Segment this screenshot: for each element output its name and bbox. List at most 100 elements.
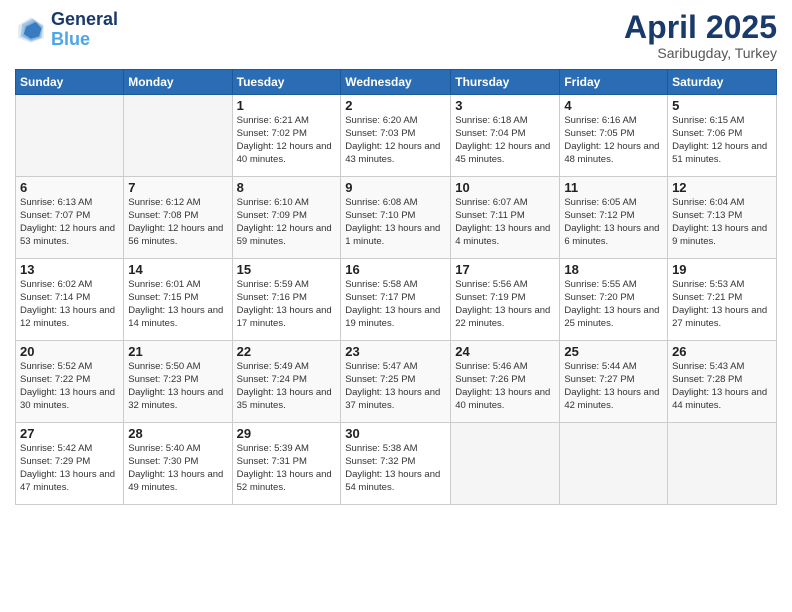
day-number: 5	[672, 98, 772, 113]
calendar-day-header: Wednesday	[341, 70, 451, 95]
calendar-week-row: 20Sunrise: 5:52 AM Sunset: 7:22 PM Dayli…	[16, 341, 777, 423]
logo-line1: General	[51, 10, 118, 30]
calendar-cell: 13 Sunrise: 6:02 AM Sunset: 7:14 PM Dayli…	[16, 259, 124, 341]
calendar-cell	[124, 95, 232, 177]
day-info: Sunrise: 6:01 AM Sunset: 7:15 PM Dayligh…	[128, 279, 227, 330]
calendar-cell: 15 Sunrise: 5:59 AM Sunset: 7:16 PM Dayli…	[232, 259, 341, 341]
calendar-week-row: 27 Sunrise: 5:42 AM Sunset: 7:29 PM Dayli…	[16, 423, 777, 505]
calendar-cell: 18 Sunrise: 5:55 AM Sunset: 7:20 PM Dayli…	[560, 259, 668, 341]
logo-icon	[15, 14, 47, 46]
calendar-cell: 14Sunrise: 6:01 AM Sunset: 7:15 PM Dayli…	[124, 259, 232, 341]
day-number: 1	[237, 98, 337, 113]
calendar-cell: 17 Sunrise: 5:56 AM Sunset: 7:19 PM Dayli…	[451, 259, 560, 341]
calendar-cell	[451, 423, 560, 505]
calendar-cell	[668, 423, 777, 505]
day-info: Sunrise: 6:05 AM Sunset: 7:12 PM Dayligh…	[564, 197, 663, 248]
day-info: Sunrise: 5:50 AM Sunset: 7:23 PM Dayligh…	[128, 361, 227, 412]
day-info: Sunrise: 5:59 AM Sunset: 7:16 PM Dayligh…	[237, 279, 337, 330]
day-info: Sunrise: 5:43 AM Sunset: 7:28 PM Dayligh…	[672, 361, 772, 412]
calendar-cell: 29Sunrise: 5:39 AM Sunset: 7:31 PM Dayli…	[232, 423, 341, 505]
day-info: Sunrise: 5:55 AM Sunset: 7:20 PM Dayligh…	[564, 279, 663, 330]
day-number: 29	[237, 426, 337, 441]
logo-line2: Blue	[51, 29, 90, 49]
calendar-header-row: SundayMondayTuesdayWednesdayThursdayFrid…	[16, 70, 777, 95]
calendar-cell: 3 Sunrise: 6:18 AM Sunset: 7:04 PM Daylig…	[451, 95, 560, 177]
day-info: Sunrise: 6:08 AM Sunset: 7:10 PM Dayligh…	[345, 197, 446, 248]
day-info: Sunrise: 6:02 AM Sunset: 7:14 PM Dayligh…	[20, 279, 119, 330]
day-number: 21	[128, 344, 227, 359]
day-number: 10	[455, 180, 555, 195]
day-number: 24	[455, 344, 555, 359]
day-info: Sunrise: 6:21 AM Sunset: 7:02 PM Dayligh…	[237, 115, 337, 166]
calendar-cell: 30 Sunrise: 5:38 AM Sunset: 7:32 PM Dayli…	[341, 423, 451, 505]
day-number: 3	[455, 98, 555, 113]
day-info: Sunrise: 6:04 AM Sunset: 7:13 PM Dayligh…	[672, 197, 772, 248]
day-number: 17	[455, 262, 555, 277]
calendar-day-header: Monday	[124, 70, 232, 95]
calendar-day-header: Friday	[560, 70, 668, 95]
calendar-cell: 28Sunrise: 5:40 AM Sunset: 7:30 PM Dayli…	[124, 423, 232, 505]
calendar-cell: 8Sunrise: 6:10 AM Sunset: 7:09 PM Daylig…	[232, 177, 341, 259]
day-info: Sunrise: 6:10 AM Sunset: 7:09 PM Dayligh…	[237, 197, 337, 248]
day-number: 25	[564, 344, 663, 359]
calendar-week-row: 6Sunrise: 6:13 AM Sunset: 7:07 PM Daylig…	[16, 177, 777, 259]
day-info: Sunrise: 6:15 AM Sunset: 7:06 PM Dayligh…	[672, 115, 772, 166]
day-number: 2	[345, 98, 446, 113]
day-number: 27	[20, 426, 119, 441]
day-info: Sunrise: 5:44 AM Sunset: 7:27 PM Dayligh…	[564, 361, 663, 412]
calendar-cell: 23 Sunrise: 5:47 AM Sunset: 7:25 PM Dayli…	[341, 341, 451, 423]
day-info: Sunrise: 5:47 AM Sunset: 7:25 PM Dayligh…	[345, 361, 446, 412]
day-info: Sunrise: 5:53 AM Sunset: 7:21 PM Dayligh…	[672, 279, 772, 330]
day-info: Sunrise: 5:42 AM Sunset: 7:29 PM Dayligh…	[20, 443, 119, 494]
day-info: Sunrise: 5:38 AM Sunset: 7:32 PM Dayligh…	[345, 443, 446, 494]
calendar-cell: 22Sunrise: 5:49 AM Sunset: 7:24 PM Dayli…	[232, 341, 341, 423]
day-number: 12	[672, 180, 772, 195]
calendar-table: SundayMondayTuesdayWednesdayThursdayFrid…	[15, 69, 777, 505]
calendar-cell: 4 Sunrise: 6:16 AM Sunset: 7:05 PM Daylig…	[560, 95, 668, 177]
calendar-day-header: Saturday	[668, 70, 777, 95]
calendar-cell: 1 Sunrise: 6:21 AM Sunset: 7:02 PM Daylig…	[232, 95, 341, 177]
calendar-cell: 27 Sunrise: 5:42 AM Sunset: 7:29 PM Dayli…	[16, 423, 124, 505]
month-title: April 2025	[624, 10, 777, 45]
day-number: 9	[345, 180, 446, 195]
day-number: 23	[345, 344, 446, 359]
calendar-cell: 2 Sunrise: 6:20 AM Sunset: 7:03 PM Daylig…	[341, 95, 451, 177]
day-info: Sunrise: 5:56 AM Sunset: 7:19 PM Dayligh…	[455, 279, 555, 330]
day-number: 11	[564, 180, 663, 195]
day-info: Sunrise: 6:18 AM Sunset: 7:04 PM Dayligh…	[455, 115, 555, 166]
day-info: Sunrise: 6:16 AM Sunset: 7:05 PM Dayligh…	[564, 115, 663, 166]
day-info: Sunrise: 6:13 AM Sunset: 7:07 PM Dayligh…	[20, 197, 119, 248]
calendar-cell: 10Sunrise: 6:07 AM Sunset: 7:11 PM Dayli…	[451, 177, 560, 259]
day-number: 26	[672, 344, 772, 359]
calendar-cell: 19 Sunrise: 5:53 AM Sunset: 7:21 PM Dayli…	[668, 259, 777, 341]
logo: General Blue	[15, 10, 118, 50]
calendar-cell	[16, 95, 124, 177]
day-info: Sunrise: 5:46 AM Sunset: 7:26 PM Dayligh…	[455, 361, 555, 412]
title-block: April 2025 Saribugday, Turkey	[624, 10, 777, 61]
day-number: 13	[20, 262, 119, 277]
calendar-cell: 5 Sunrise: 6:15 AM Sunset: 7:06 PM Daylig…	[668, 95, 777, 177]
calendar-cell: 24 Sunrise: 5:46 AM Sunset: 7:26 PM Dayli…	[451, 341, 560, 423]
calendar-day-header: Sunday	[16, 70, 124, 95]
calendar-cell: 21 Sunrise: 5:50 AM Sunset: 7:23 PM Dayli…	[124, 341, 232, 423]
logo-text: General Blue	[51, 10, 118, 50]
day-info: Sunrise: 6:12 AM Sunset: 7:08 PM Dayligh…	[128, 197, 227, 248]
calendar-cell: 6Sunrise: 6:13 AM Sunset: 7:07 PM Daylig…	[16, 177, 124, 259]
day-info: Sunrise: 5:40 AM Sunset: 7:30 PM Dayligh…	[128, 443, 227, 494]
day-info: Sunrise: 6:20 AM Sunset: 7:03 PM Dayligh…	[345, 115, 446, 166]
calendar-day-header: Thursday	[451, 70, 560, 95]
day-number: 18	[564, 262, 663, 277]
calendar-week-row: 1 Sunrise: 6:21 AM Sunset: 7:02 PM Daylig…	[16, 95, 777, 177]
page: General Blue April 2025 Saribugday, Turk…	[0, 0, 792, 612]
day-number: 15	[237, 262, 337, 277]
calendar-cell: 25 Sunrise: 5:44 AM Sunset: 7:27 PM Dayli…	[560, 341, 668, 423]
header: General Blue April 2025 Saribugday, Turk…	[15, 10, 777, 61]
calendar-cell: 20Sunrise: 5:52 AM Sunset: 7:22 PM Dayli…	[16, 341, 124, 423]
calendar-day-header: Tuesday	[232, 70, 341, 95]
day-number: 19	[672, 262, 772, 277]
day-number: 16	[345, 262, 446, 277]
day-number: 30	[345, 426, 446, 441]
day-number: 4	[564, 98, 663, 113]
day-info: Sunrise: 5:58 AM Sunset: 7:17 PM Dayligh…	[345, 279, 446, 330]
calendar-cell: 12 Sunrise: 6:04 AM Sunset: 7:13 PM Dayli…	[668, 177, 777, 259]
